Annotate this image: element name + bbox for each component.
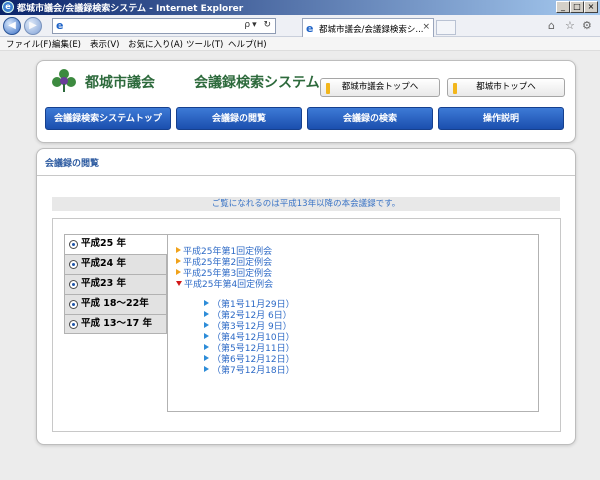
triangle-right-icon [176,269,181,275]
triangle-right-icon [204,300,209,306]
browser-tab[interactable]: e 都城市議会/会議録検索シ... × [302,18,434,37]
session-label: 平成25年第3回定例会 [183,269,273,279]
menu-favorites[interactable]: お気に入り(A) [128,38,183,50]
radio-icon [69,320,78,329]
session-link-expanded[interactable]: 平成25年第4回定例会 [176,280,273,291]
session-link[interactable]: 平成25年第3回定例会 [176,269,272,280]
council-top-link-label: 都城市議会トップへ [341,82,419,92]
window-titlebar: e 都城市議会/会議録検索システム - Internet Explorer _ … [0,0,600,15]
year-label: 平成23 年 [81,278,127,289]
nav-search[interactable]: 会議録の検索 [307,107,433,130]
favorites-icon[interactable]: ☆ [565,19,575,32]
meeting-label: （第5号12月11日） [212,344,295,354]
council-top-link[interactable]: 都城市議会トップへ [320,78,440,97]
meeting-link[interactable]: （第4号12月10日） [204,333,295,344]
close-button[interactable]: × [584,1,598,13]
menu-bar: ファイル(F) 編集(E) 表示(V) お気に入り(A) ツール(T) ヘルプ(… [0,37,600,51]
session-link[interactable]: 平成25年第1回定例会 [176,247,272,258]
session-link[interactable]: 平成25年第2回定例会 [176,258,272,269]
meeting-link[interactable]: （第2号12月 6日） [204,311,292,322]
triangle-right-icon [204,355,209,361]
meeting-link[interactable]: （第7号12月18日） [204,366,295,377]
meeting-link[interactable]: （第3号12月 9日） [204,322,292,333]
tab-label: 都城市議会/会議録検索シ... [319,25,423,35]
triangle-right-icon [204,333,209,339]
new-tab-button[interactable] [436,20,456,35]
year-list: 平成25 年 平成24 年 平成23 年 平成 18～22年 平成 13～17 … [64,234,167,334]
triangle-right-icon [204,344,209,350]
maximize-button[interactable]: □ [570,1,584,13]
session-label: 平成25年第4回定例会 [184,280,274,290]
session-label: 平成25年第2回定例会 [183,258,273,268]
browse-panel: 会議録の閲覧 ご覧になれるのは平成13年以降の本会議録です。 平成25 年 平成… [36,148,576,445]
settings-icon[interactable]: ⚙ [582,19,592,32]
radio-icon [69,280,78,289]
triangle-down-icon [176,281,182,286]
year-browser: 平成25 年 平成24 年 平成23 年 平成 18～22年 平成 13～17 … [52,218,561,432]
site-header: 都城市議会 会議録検索システム 都城市議会トップへ 都城市トップへ 会議録検索シ… [36,60,576,143]
meeting-label: （第4号12月10日） [212,333,295,343]
home-icon[interactable]: ⌂ [548,19,555,32]
year-tab-h25[interactable]: 平成25 年 [64,234,167,254]
nav-browse[interactable]: 会議録の閲覧 [176,107,302,130]
meeting-link[interactable]: （第6号12月12日） [204,355,295,366]
forward-arrow-icon[interactable]: ▶ [24,17,42,35]
year-label: 平成 13～17 年 [81,318,153,329]
radio-icon [69,300,78,309]
minimize-button[interactable]: _ [556,1,570,13]
year-label: 平成25 年 [81,238,127,249]
triangle-right-icon [204,322,209,328]
menu-help[interactable]: ヘルプ(H) [228,38,267,50]
address-bar[interactable]: e ρ▾ ↻ [52,18,276,34]
tab-close-icon[interactable]: × [422,22,430,32]
meeting-label: （第6号12月12日） [212,355,295,365]
meeting-label: （第7号12月18日） [212,366,295,376]
notice-text: ご覧になれるのは平成13年以降の本会議録です。 [52,197,560,211]
meeting-link[interactable]: （第1号11月29日） [204,300,295,311]
city-top-link-label: 都城市トップへ [476,82,536,92]
meeting-label: （第3号12月 9日） [212,322,292,332]
page-icon: e [56,19,64,32]
triangle-right-icon [204,366,209,372]
session-label: 平成25年第1回定例会 [183,247,273,257]
site-logo-title[interactable]: 都城市議会 [85,72,155,92]
back-arrow-icon[interactable]: ◀ [3,17,21,35]
radio-icon [69,240,78,249]
radio-icon [69,260,78,269]
year-tab-h24[interactable]: 平成24 年 [64,254,167,274]
menu-tools[interactable]: ツール(T) [186,38,223,50]
meeting-label: （第2号12月 6日） [212,311,292,321]
menu-edit[interactable]: 編集(E) [52,38,81,50]
link-marker-icon [453,83,457,94]
year-label: 平成 18～22年 [81,298,149,309]
tab-page-icon: e [306,22,314,35]
year-tab-h18-22[interactable]: 平成 18～22年 [64,294,167,314]
menu-view[interactable]: 表示(V) [90,38,119,50]
year-tab-h23[interactable]: 平成23 年 [64,274,167,294]
nav-help[interactable]: 操作説明 [438,107,564,130]
section-title: 会議録の閲覧 [45,159,100,169]
site-logo-subtitle[interactable]: 会議録検索システム [194,72,320,92]
year-label: 平成24 年 [81,258,127,269]
page-viewport: 都城市議会 会議録検索システム 都城市議会トップへ 都城市トップへ 会議録検索シ… [0,51,600,480]
session-list: 平成25年第1回定例会 平成25年第2回定例会 平成25年第3回定例会 平成25… [167,234,539,412]
address-tools[interactable]: ρ▾ ↻ [244,20,273,30]
menu-file[interactable]: ファイル(F) [6,38,52,50]
window-title: 都城市議会/会議録検索システム - Internet Explorer [17,4,244,14]
city-top-link[interactable]: 都城市トップへ [447,78,565,97]
section-divider [37,175,575,176]
meeting-link[interactable]: （第5号12月11日） [204,344,295,355]
city-emblem-icon[interactable] [51,67,77,93]
meeting-label: （第1号11月29日） [212,300,295,310]
ie-logo-icon: e [2,1,14,13]
link-marker-icon [326,83,330,94]
triangle-right-icon [176,258,181,264]
triangle-right-icon [204,311,209,317]
nav-system-top[interactable]: 会議録検索システムトップ [45,107,171,130]
year-tab-h13-17[interactable]: 平成 13～17 年 [64,314,167,334]
triangle-right-icon [176,247,181,253]
browser-toolbar: ◀ ▶ e ρ▾ ↻ e 都城市議会/会議録検索シ... × ⌂ ☆ ⚙ [0,15,600,37]
